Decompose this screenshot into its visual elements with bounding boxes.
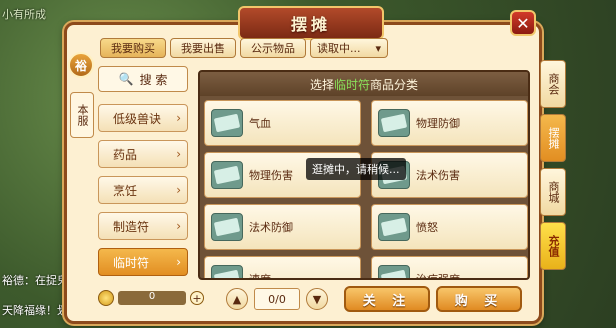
page-indicator: 0/0 [254,288,300,310]
item-label: 法术防御 [249,221,293,234]
category-list: 🔍 搜 索 低级兽诀 › 药品 › 烹饪 › 制造符 › 临时符 › [98,66,190,284]
chevron-down-icon: ▾ [375,41,381,55]
search-icon: 🔍 [118,72,134,86]
item-label: 物理防御 [416,117,460,130]
page-up-button[interactable]: ▲ [226,288,248,310]
side-tab-stall[interactable]: 摆摊 [540,114,566,162]
talisman-icon [378,213,410,241]
item-cell[interactable]: 物理防御 [371,100,528,146]
item-label: 愤怒 [416,221,438,234]
item-label: 物理伤害 [249,169,293,182]
item-cell[interactable]: 愤怒 [371,204,528,250]
coin-field: 0 + [98,290,204,306]
top-left-status: 小有所成 [2,8,46,21]
top-tabs: 我要购买 我要出售 公示物品 读取中... ▾ [100,38,388,58]
header-suffix: 商品分类 [370,77,419,92]
category-header: 选择 临时符 商品分类 [200,72,528,96]
talisman-icon [211,161,243,189]
talisman-icon [211,109,243,137]
talisman-icon [378,109,410,137]
item-label: 法术伤害 [416,169,460,182]
side-tab-recharge[interactable]: 充值 [540,222,566,270]
add-coins-button[interactable]: + [190,291,204,305]
category-item[interactable]: 药品 › [98,140,188,168]
read-select-label: 读取中... [317,42,361,55]
chevron-right-icon: › [176,111,181,125]
item-label: 治疗强度 [416,273,460,280]
window-title: 摆摊 [290,15,331,34]
talisman-icon [378,265,410,278]
category-item-active[interactable]: 临时符 › [98,248,188,276]
coin-amount: 0 [118,291,186,305]
loading-toast: 逛摊中，请稍候... [306,158,406,180]
title-banner: 摆摊 [238,6,384,40]
chevron-up-icon: ▲ [232,292,242,306]
item-cell[interactable]: 治疗强度 [371,256,528,280]
close-button[interactable]: ✕ [510,10,536,36]
right-side-tabs: 商会 摆摊 商城 充值 [540,60,566,276]
category-item[interactable]: 低级兽诀 › [98,104,188,132]
talisman-icon [211,213,243,241]
side-tab-mall[interactable]: 商城 [540,168,566,216]
header-highlight: 临时符 [333,77,370,92]
server-badge: 裕 [68,52,94,78]
talisman-icon [211,265,243,278]
chevron-right-icon: › [176,183,181,197]
page-down-button[interactable]: ▼ [306,288,328,310]
chevron-down-icon: ▼ [312,292,322,306]
item-grid: 气血 物理防御 物理伤害 法术伤害 法术防御 愤怒 速度 治疗强度 [200,96,528,280]
category-label: 低级兽诀 [113,111,162,126]
item-cell[interactable]: 速度 [204,256,361,280]
search-label: 搜 索 [139,72,168,87]
title-bar: 摆摊 [150,6,470,40]
chevron-right-icon: › [176,147,181,161]
category-label: 制造符 [113,219,150,234]
item-label: 速度 [249,273,271,280]
category-label: 药品 [113,147,138,162]
chat-line: 天降福缘！划 [2,304,68,317]
tab-sell[interactable]: 我要出售 [170,38,236,58]
item-cell[interactable]: 法术防御 [204,204,361,250]
header-prefix: 选择 [309,77,334,92]
tab-public-items[interactable]: 公示物品 [240,38,306,58]
item-cell[interactable]: 气血 [204,100,361,146]
buy-button[interactable]: 购 买 [436,286,522,312]
follow-button[interactable]: 关 注 [344,286,430,312]
category-item[interactable]: 烹饪 › [98,176,188,204]
read-select[interactable]: 读取中... ▾ [310,38,388,58]
coin-icon [98,290,114,306]
chevron-right-icon: › [176,255,181,269]
category-label: 临时符 [113,255,150,270]
item-label: 气血 [249,117,271,130]
close-icon: ✕ [516,13,530,33]
category-item[interactable]: 制造符 › [98,212,188,240]
search-button[interactable]: 🔍 搜 索 [98,66,188,92]
tab-buy[interactable]: 我要购买 [100,38,166,58]
chevron-right-icon: › [176,219,181,233]
side-tab-chamber[interactable]: 商会 [540,60,566,108]
server-label[interactable]: 本服 [70,92,94,138]
category-label: 烹饪 [113,183,138,198]
